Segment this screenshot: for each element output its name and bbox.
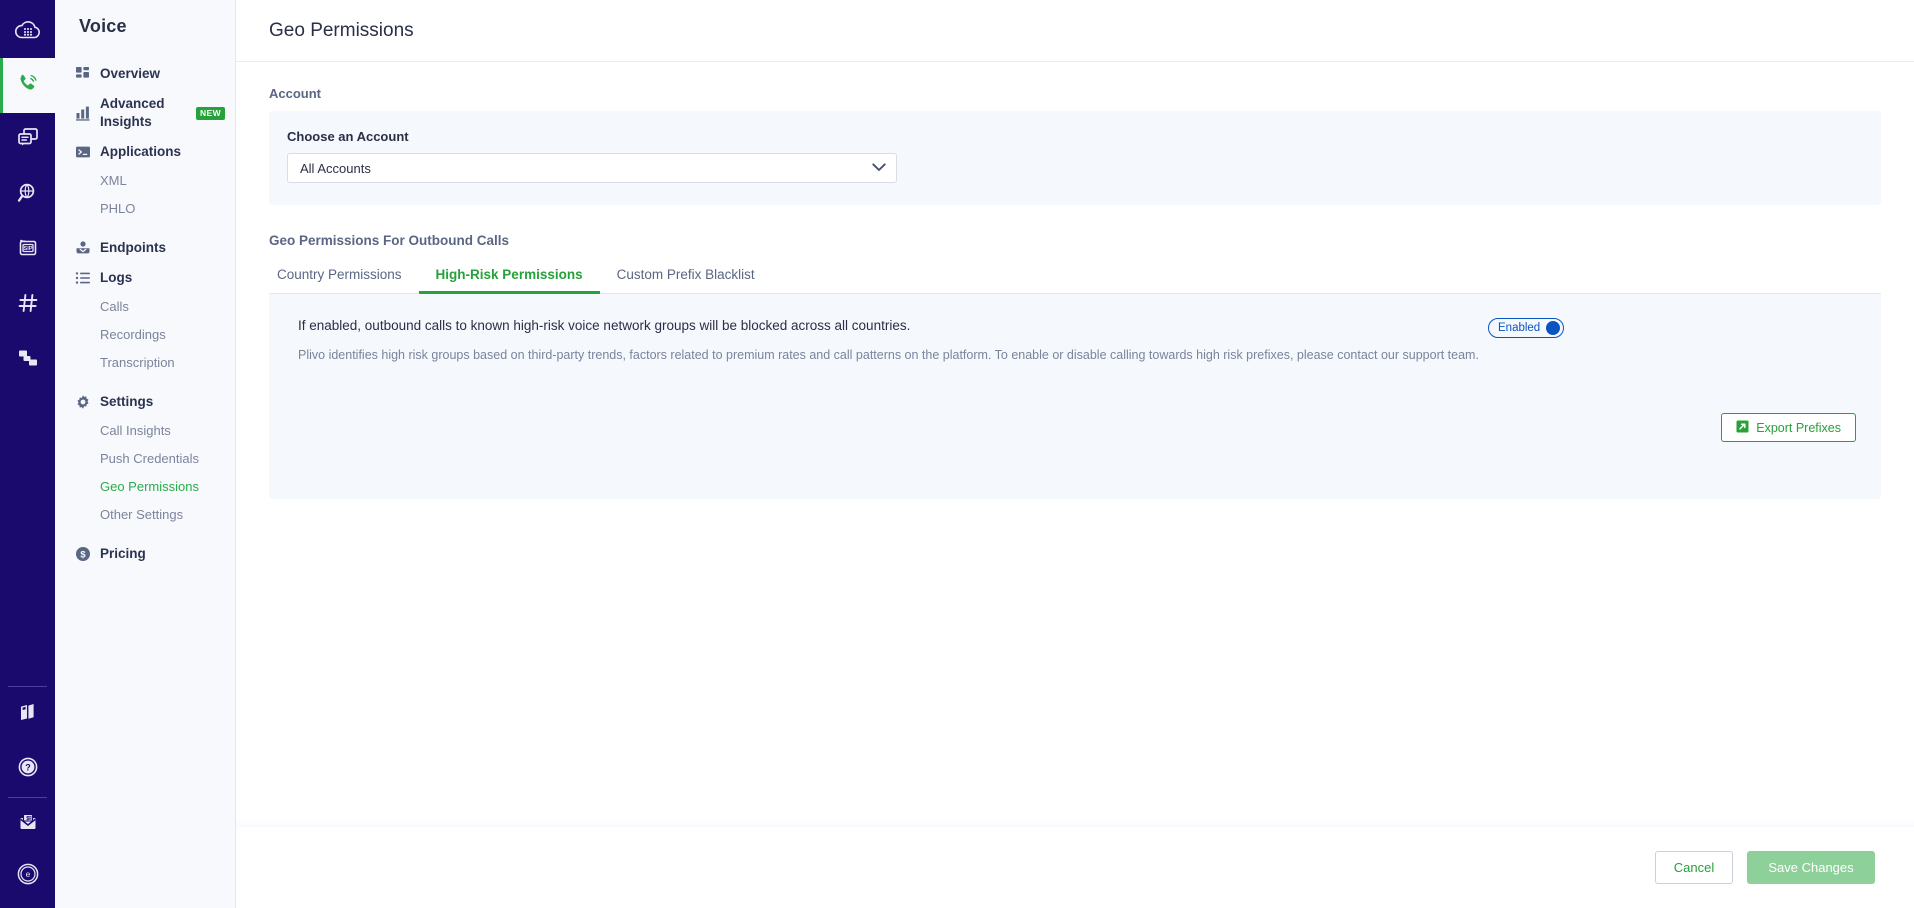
rail-item-help[interactable]: ? bbox=[0, 742, 55, 797]
app-root: SIP bbox=[0, 0, 1914, 908]
status-badge-new: NEW bbox=[196, 107, 225, 120]
geo-tabs: Country Permissions High-Risk Permission… bbox=[269, 262, 1881, 294]
sidebar-item-applications[interactable]: Applications bbox=[55, 137, 235, 167]
page-header: Geo Permissions bbox=[236, 0, 1914, 62]
account-select-wrap: All Accounts bbox=[287, 153, 897, 183]
account-select-value: All Accounts bbox=[300, 161, 371, 176]
sidebar-item-advanced-insights[interactable]: Advanced Insights NEW bbox=[55, 89, 235, 137]
rail-item-multiparty[interactable] bbox=[0, 333, 55, 388]
toggle-knob-icon bbox=[1546, 321, 1560, 335]
multiparty-nodes-icon bbox=[16, 347, 40, 374]
rail-item-docs[interactable] bbox=[0, 687, 55, 742]
export-prefixes-label: Export Prefixes bbox=[1756, 421, 1841, 435]
tab-country-permissions[interactable]: Country Permissions bbox=[269, 262, 419, 293]
sidebar-item-recordings[interactable]: Recordings bbox=[55, 321, 235, 349]
svg-text:$: $ bbox=[80, 549, 86, 560]
high-risk-panel: If enabled, outbound calls to known high… bbox=[269, 294, 1881, 499]
choose-account-label: Choose an Account bbox=[287, 129, 1863, 144]
sidebar-item-phlo[interactable]: PHLO bbox=[55, 195, 235, 223]
sidebar-item-other-settings[interactable]: Other Settings bbox=[55, 501, 235, 529]
rail-item-messages[interactable] bbox=[0, 113, 55, 168]
lookup-magnifier-globe-icon bbox=[16, 181, 40, 210]
sidebar-item-settings[interactable]: Settings bbox=[55, 387, 235, 417]
account-select[interactable]: All Accounts bbox=[287, 153, 897, 183]
rail-spacer bbox=[0, 388, 55, 686]
sidebar-item-label: Advanced Insights bbox=[100, 95, 183, 131]
numbers-hash-icon bbox=[16, 291, 40, 320]
sidebar-item-label: Endpoints bbox=[100, 239, 166, 257]
sidebar-item-calls[interactable]: Calls bbox=[55, 293, 235, 321]
sidebar-item-call-insights[interactable]: Call Insights bbox=[55, 417, 235, 445]
panel-description: If enabled, outbound calls to known high… bbox=[298, 316, 1488, 365]
billing-envelope-icon: $ bbox=[16, 812, 40, 839]
sidebar-item-overview[interactable]: Overview bbox=[55, 59, 235, 89]
page-title: Geo Permissions bbox=[269, 20, 414, 42]
sidebar-item-logs[interactable]: Logs bbox=[55, 263, 235, 293]
sidebar-item-label: Logs bbox=[100, 269, 132, 287]
sidebar-item-transcription[interactable]: Transcription bbox=[55, 349, 235, 377]
high-risk-toggle[interactable]: Enabled bbox=[1488, 318, 1564, 338]
nav-gap bbox=[55, 529, 235, 539]
rail-item-account[interactable]: e bbox=[0, 853, 55, 908]
panel-top-row: If enabled, outbound calls to known high… bbox=[298, 316, 1856, 365]
gear-icon bbox=[75, 394, 91, 410]
dollar-circle-icon: $ bbox=[75, 546, 91, 562]
sidebar-item-label: Pricing bbox=[100, 545, 146, 563]
content-area: Account Choose an Account All Accounts bbox=[236, 62, 1914, 499]
sidebar-item-endpoints[interactable]: Endpoints bbox=[55, 233, 235, 263]
svg-text:e: e bbox=[25, 869, 30, 879]
plivo-cloud-logo-icon[interactable] bbox=[0, 0, 55, 58]
nav-gap bbox=[55, 223, 235, 233]
tab-high-risk-permissions[interactable]: High-Risk Permissions bbox=[419, 262, 600, 293]
account-card-inner: Choose an Account All Accounts bbox=[269, 129, 1881, 183]
rail-item-voice[interactable] bbox=[0, 58, 55, 113]
product-rail: SIP bbox=[0, 0, 55, 908]
list-lines-icon bbox=[75, 270, 91, 286]
bar-chart-icon bbox=[75, 105, 91, 121]
save-changes-button[interactable]: Save Changes bbox=[1747, 851, 1875, 884]
sip-trunk-icon: SIP bbox=[16, 236, 40, 265]
export-arrow-icon bbox=[1736, 420, 1749, 436]
export-prefixes-button[interactable]: Export Prefixes bbox=[1721, 413, 1856, 442]
svg-text:SIP: SIP bbox=[23, 246, 32, 252]
geo-section-label: Geo Permissions For Outbound Calls bbox=[269, 233, 1881, 248]
help-question-circle-icon: ? bbox=[16, 755, 40, 784]
nav-gap bbox=[55, 377, 235, 387]
high-risk-sub-text: Plivo identifies high risk groups based … bbox=[298, 345, 1488, 365]
action-footer: Cancel Save Changes bbox=[236, 826, 1914, 908]
messages-chat-icon bbox=[16, 127, 40, 154]
dashboard-grid-icon bbox=[75, 66, 91, 82]
cancel-button[interactable]: Cancel bbox=[1655, 851, 1733, 884]
sidebar-item-label: Overview bbox=[100, 65, 160, 83]
account-section-label: Account bbox=[269, 86, 1881, 101]
sidebar-item-push-credentials[interactable]: Push Credentials bbox=[55, 445, 235, 473]
geo-section: Geo Permissions For Outbound Calls Count… bbox=[269, 233, 1881, 499]
rail-item-lookup[interactable] bbox=[0, 168, 55, 223]
rail-item-billing[interactable]: $ bbox=[0, 798, 55, 853]
main-content: Geo Permissions Account Choose an Accoun… bbox=[236, 0, 1914, 908]
docs-book-icon bbox=[17, 701, 39, 728]
account-avatar-icon: e bbox=[15, 861, 41, 892]
export-row: Export Prefixes bbox=[298, 413, 1856, 442]
sidebar-item-xml[interactable]: XML bbox=[55, 167, 235, 195]
sidebar-item-geo-permissions[interactable]: Geo Permissions bbox=[55, 473, 235, 501]
sidebar-item-label: Applications bbox=[100, 143, 181, 161]
svg-text:?: ? bbox=[25, 762, 31, 772]
terminal-icon bbox=[75, 144, 91, 160]
rail-item-phone-numbers[interactable] bbox=[0, 278, 55, 333]
sidebar: Voice Overview Adva bbox=[55, 0, 236, 908]
account-card: Choose an Account All Accounts bbox=[269, 111, 1881, 205]
phone-voice-icon bbox=[16, 71, 40, 100]
high-risk-toggle-wrap: Enabled bbox=[1488, 316, 1564, 338]
sidebar-item-label: Settings bbox=[100, 393, 153, 411]
sidebar-title: Voice bbox=[55, 10, 235, 59]
rail-item-zentrunk[interactable]: SIP bbox=[0, 223, 55, 278]
tab-custom-prefix-blacklist[interactable]: Custom Prefix Blacklist bbox=[600, 262, 772, 293]
high-risk-lead-text: If enabled, outbound calls to known high… bbox=[298, 316, 1488, 336]
sidebar-item-pricing[interactable]: $ Pricing bbox=[55, 539, 235, 569]
endpoint-user-icon bbox=[75, 240, 91, 256]
toggle-label: Enabled bbox=[1498, 322, 1540, 334]
